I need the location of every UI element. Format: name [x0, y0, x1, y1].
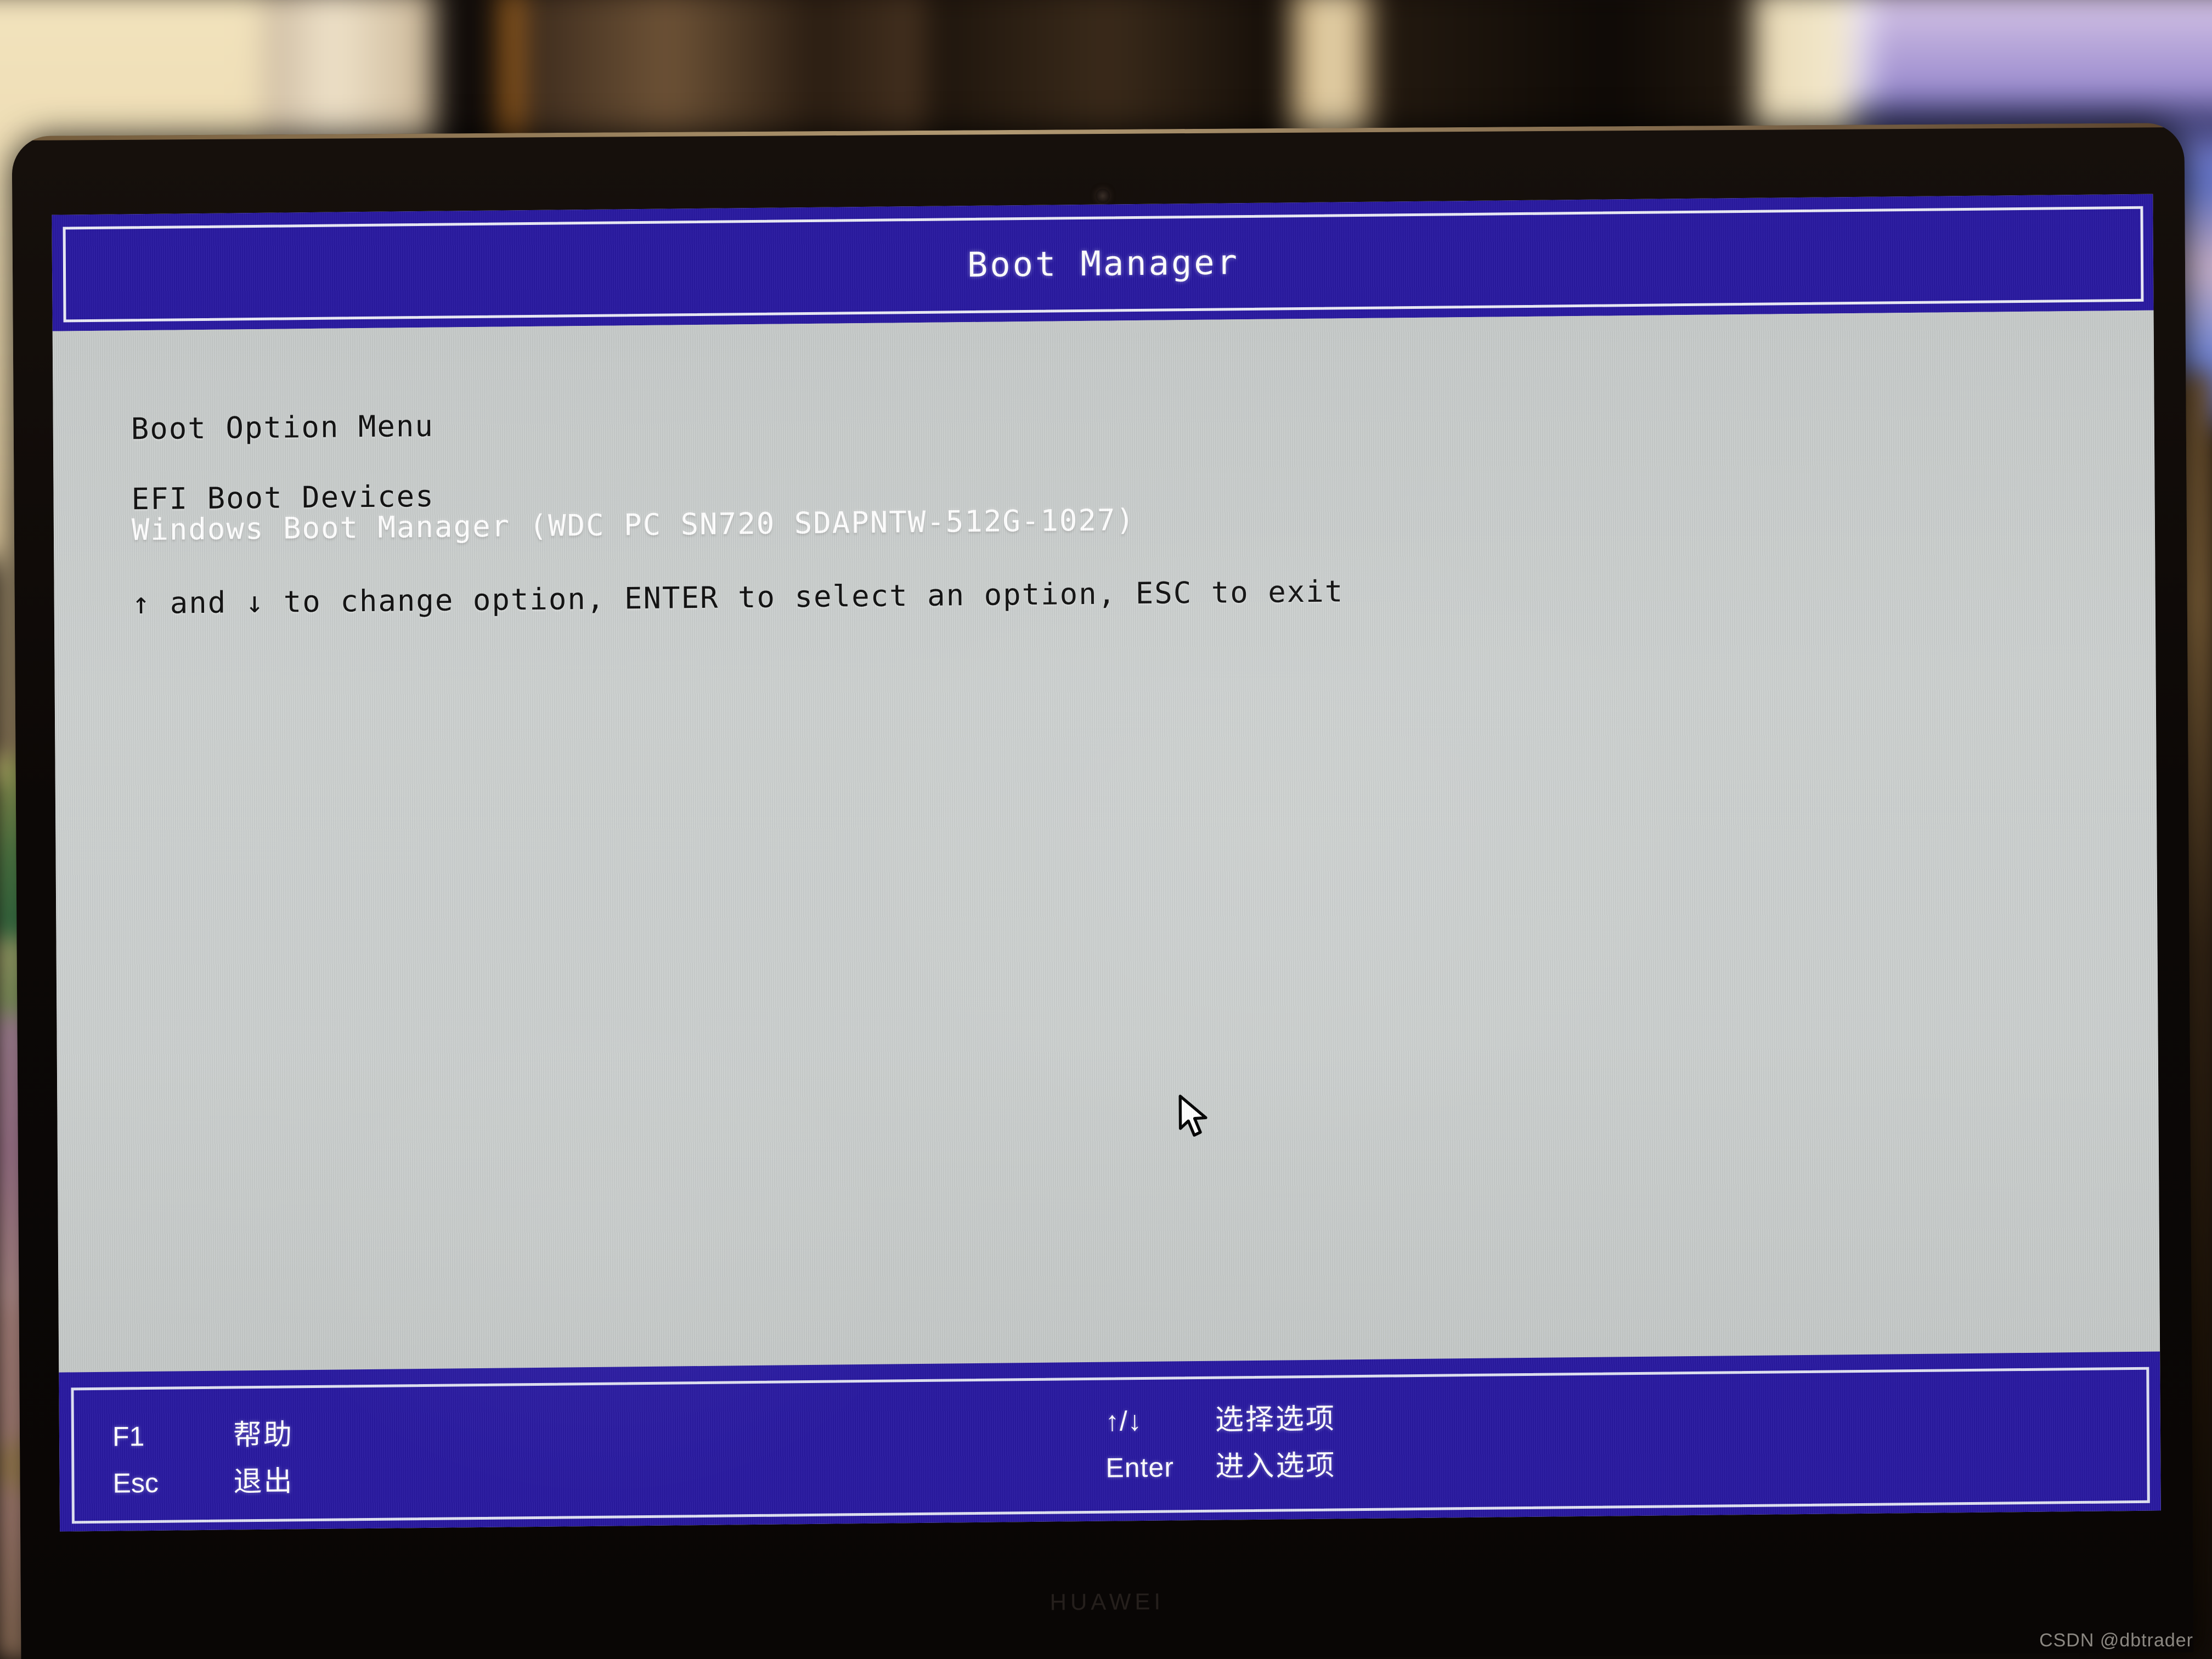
footer-item-f1-help[interactable]: F1 帮助	[112, 1411, 294, 1454]
footer-key-enter: Enter	[1105, 1452, 1175, 1483]
watermark: CSDN @dbtrader	[2039, 1630, 2193, 1651]
footer-item-arrows-select[interactable]: ↑/↓ 选择选项	[1105, 1395, 1336, 1438]
footer-item-enter-select[interactable]: Enter 进入选项	[1105, 1442, 1336, 1485]
footer-middle-group: ↑/↓ 选择选项 Enter 进入选项	[1105, 1395, 1336, 1485]
photograph-of-laptop: Boot Manager Boot Option Menu EFI Boot D…	[0, 0, 2212, 1659]
footer-key-esc: Esc	[112, 1467, 159, 1499]
footer-border: F1 帮助 Esc 退出 ↑/↓ 选择选项 Enter 进入选项	[71, 1367, 2150, 1524]
arrow-up-down-icon: ↑/↓	[1105, 1406, 1142, 1437]
footer-label-f1-help: 帮助	[233, 1418, 294, 1452]
webcam-icon	[1096, 188, 1110, 204]
footer-label-esc-exit: 退出	[233, 1465, 294, 1499]
main-content: Boot Option Menu EFI Boot Devices Window…	[52, 310, 2160, 1373]
footer-bar: F1 帮助 Esc 退出 ↑/↓ 选择选项 Enter 进入选项	[59, 1351, 2161, 1532]
footer-label-select-option: 选择选项	[1215, 1402, 1336, 1437]
header-bar: Boot Manager	[52, 194, 2154, 331]
header-border: Boot Manager	[63, 206, 2144, 323]
mouse-pointer-icon	[1176, 1094, 1215, 1141]
boot-option-menu-heading: Boot Option Menu	[131, 408, 435, 447]
footer-key-f1: F1	[112, 1421, 145, 1452]
navigation-hint: ↑ and ↓ to change option, ENTER to selec…	[132, 574, 1344, 621]
footer-left-group: F1 帮助 Esc 退出	[112, 1411, 294, 1500]
footer-label-enter-option: 进入选项	[1215, 1449, 1336, 1483]
brand-logo: HUAWEI	[1049, 1588, 1165, 1615]
footer-item-esc-exit[interactable]: Esc 退出	[112, 1458, 294, 1500]
page-title: Boot Manager	[967, 242, 1240, 285]
bios-screen: Boot Manager Boot Option Menu EFI Boot D…	[52, 194, 2161, 1532]
laptop-body: Boot Manager Boot Option Menu EFI Boot D…	[12, 122, 2194, 1659]
